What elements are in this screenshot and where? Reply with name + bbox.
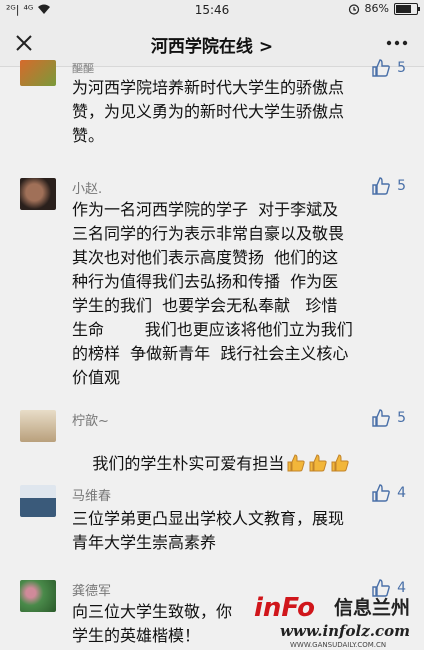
status-bar: ²ᴳ| ⁴ᴳ 15:46 86% [0, 0, 424, 20]
avatar[interactable] [20, 178, 56, 210]
comment-text-body: 我们的学生朴实可爱有担当 [92, 454, 285, 473]
comment-text: 三位学弟更凸显出学校人文教育，展现 青年大学生崇高素养 [72, 509, 345, 552]
watermark-sub: WWW.GANSUDAILY.COM.CN [290, 641, 386, 649]
thumbs-up-emoji-icon [331, 454, 349, 472]
alarm-icon [348, 3, 359, 15]
comment-text: 作为一名河西学院的学子 对于李斌及 三名同学的行为表示非常自豪以及敬畏 其次也对… [72, 200, 353, 387]
comment-text: 为河西学院培养新时代大学生的骄傲点 赞，为见义勇为的新时代大学生骄傲点 赞。 [72, 78, 345, 145]
like-button[interactable]: 4 [371, 483, 406, 503]
thumbs-up-icon [372, 409, 390, 427]
like-count: 5 [397, 410, 406, 426]
avatar[interactable] [20, 580, 56, 612]
like-count: 5 [397, 60, 406, 76]
more-icon[interactable] [384, 32, 410, 54]
nav-bar: 河西学院在线 > [0, 20, 424, 67]
site-watermark: inFo 信息兰州 www.infolz.com WWW.GANSUDAILY.… [254, 593, 410, 649]
comment-text: 我们的学生朴实可爱有担当 [72, 428, 406, 500]
commenter-name: 柠歆~ [72, 414, 109, 429]
watermark-brand: inFo [254, 593, 315, 623]
commenter-name: 小赵. [72, 182, 103, 197]
like-count: 4 [397, 485, 406, 501]
commenter-name: 马维春 [72, 489, 112, 504]
like-button[interactable]: 5 [371, 408, 406, 428]
commenter-name: 醧醧 [72, 62, 94, 75]
avatar[interactable] [20, 60, 56, 86]
watermark-site: www.infolz.com [280, 622, 410, 640]
thumbs-up-emoji-icon [287, 454, 305, 472]
like-button[interactable]: 5 [371, 58, 406, 78]
like-button[interactable]: 5 [371, 176, 406, 196]
watermark-cn: 信息兰州 [334, 596, 410, 619]
battery-icon [394, 2, 420, 15]
thumbs-up-icon [372, 177, 390, 195]
thumbs-up-emoji-icon [309, 454, 327, 472]
status-right: 86% [348, 2, 420, 15]
commenter-name: 龚德军 [72, 584, 112, 599]
avatar[interactable] [20, 410, 56, 442]
battery-percent: 86% [364, 2, 389, 15]
thumbs-up-icon [372, 484, 390, 502]
avatar[interactable] [20, 485, 56, 517]
like-count: 5 [397, 178, 406, 194]
page-title[interactable]: 河西学院在线 > [0, 32, 424, 57]
thumbs-up-icon [372, 59, 390, 77]
